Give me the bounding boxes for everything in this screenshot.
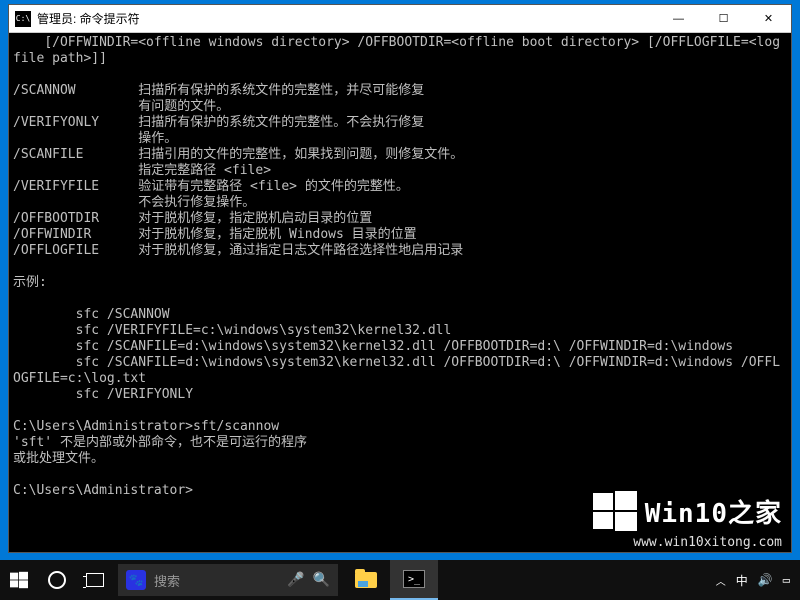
terminal-line: [/OFFWINDIR=<offline windows directory> … — [13, 35, 787, 67]
taskbar: 🐾 搜索 🎤 🔍 >_ ︿ 中 🔊 ▭ — [0, 560, 800, 600]
terminal-line: 有问题的文件。 — [13, 99, 787, 115]
windows-start-icon — [10, 571, 28, 589]
titlebar[interactable]: C:\ 管理员: 命令提示符 — ☐ ✕ — [9, 5, 791, 33]
terminal-line: sfc /SCANNOW — [13, 307, 787, 323]
cmd-app-icon: C:\ — [15, 11, 31, 27]
watermark-url: www.win10xitong.com — [633, 535, 782, 550]
watermark-brand: Win10之家 — [645, 493, 782, 530]
file-explorer-icon — [355, 572, 377, 588]
taskbar-search[interactable]: 🐾 搜索 🎤 🔍 — [118, 564, 338, 596]
tray-overflow-chevron-icon[interactable]: ︿ — [716, 573, 726, 588]
terminal-line: /VERIFYFILE 验证带有完整路径 <file> 的文件的完整性。 — [13, 179, 787, 195]
minimize-button[interactable]: — — [656, 5, 701, 32]
terminal-line: 或批处理文件。 — [13, 451, 787, 467]
terminal-line: 不会执行修复操作。 — [13, 195, 787, 211]
taskbar-app-explorer[interactable] — [342, 560, 390, 600]
system-tray: ︿ 中 🔊 ▭ — [706, 572, 800, 589]
maximize-button[interactable]: ☐ — [701, 5, 746, 32]
terminal-line: C:\Users\Administrator>sft/scannow — [13, 419, 787, 435]
cortana-circle-icon — [48, 571, 66, 589]
tray-ime-indicator[interactable]: 中 — [736, 572, 748, 589]
terminal-line: 操作。 — [13, 131, 787, 147]
close-button[interactable]: ✕ — [746, 5, 791, 32]
cortana-button[interactable] — [38, 560, 76, 600]
terminal-line: sfc /VERIFYFILE=c:\windows\system32\kern… — [13, 323, 787, 339]
task-view-button[interactable] — [76, 560, 114, 600]
terminal-line: /OFFWINDIR 对于脱机修复，指定脱机 Windows 目录的位置 — [13, 227, 787, 243]
terminal-line: sfc /VERIFYONLY — [13, 387, 787, 403]
task-view-icon — [86, 573, 104, 587]
mic-icon[interactable]: 🎤 — [287, 572, 304, 588]
windows-logo-icon — [593, 489, 637, 533]
search-icon[interactable]: 🔍 — [313, 572, 330, 588]
search-placeholder: 搜索 — [154, 571, 279, 590]
command-prompt-window: C:\ 管理员: 命令提示符 — ☐ ✕ [/OFFWINDIR=<offlin… — [8, 4, 792, 553]
terminal-line — [13, 67, 787, 83]
cmd-taskbar-icon: >_ — [403, 570, 425, 588]
terminal-line: /OFFBOOTDIR 对于脱机修复，指定脱机启动目录的位置 — [13, 211, 787, 227]
tray-action-center-icon[interactable]: ▭ — [783, 573, 790, 587]
terminal-line — [13, 403, 787, 419]
baidu-icon: 🐾 — [126, 570, 146, 590]
terminal-line: 指定完整路径 <file> — [13, 163, 787, 179]
terminal-line — [13, 291, 787, 307]
tray-volume-icon[interactable]: 🔊 — [758, 573, 773, 587]
terminal-line: /SCANNOW 扫描所有保护的系统文件的完整性，并尽可能修复 — [13, 83, 787, 99]
terminal-line — [13, 259, 787, 275]
terminal-line: /VERIFYONLY 扫描所有保护的系统文件的完整性。不会执行修复 — [13, 115, 787, 131]
terminal-line: 'sft' 不是内部或外部命令，也不是可运行的程序 — [13, 435, 787, 451]
window-title: 管理员: 命令提示符 — [37, 10, 656, 27]
terminal-line: /SCANFILE 扫描引用的文件的完整性，如果找到问题，则修复文件。 — [13, 147, 787, 163]
taskbar-app-cmd[interactable]: >_ — [390, 560, 438, 600]
terminal-line: /OFFLOGFILE 对于脱机修复，通过指定日志文件路径选择性地启用记录 — [13, 243, 787, 259]
terminal-line: sfc /SCANFILE=d:\windows\system32\kernel… — [13, 355, 787, 387]
start-button[interactable] — [0, 560, 38, 600]
terminal-line: 示例: — [13, 275, 787, 291]
terminal-line: sfc /SCANFILE=d:\windows\system32\kernel… — [13, 339, 787, 355]
terminal-line — [13, 467, 787, 483]
terminal-output[interactable]: [/OFFWINDIR=<offline windows directory> … — [9, 33, 791, 552]
watermark: Win10之家 www.win10xitong.com — [593, 489, 782, 550]
